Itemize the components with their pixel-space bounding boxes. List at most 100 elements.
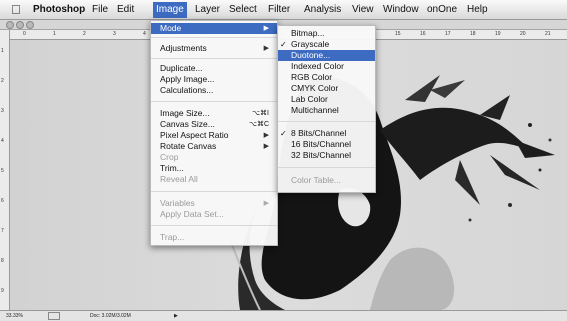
menu-item-apply-data-set[interactable]: Apply Data Set... (151, 209, 277, 220)
menu-filter[interactable]: Filter (268, 4, 290, 16)
menu-separator (151, 58, 277, 59)
chevron-right-icon: ▶ (263, 200, 269, 207)
menu-item-duplicate[interactable]: Duplicate... (151, 63, 277, 74)
ruler-label: 1 (1, 48, 4, 54)
ruler-label: 7 (1, 228, 4, 234)
menu-separator (151, 101, 277, 102)
document-size: Doc: 3.02M/3.02M (90, 313, 131, 319)
menu-item-label: Grayscale (291, 39, 330, 49)
ruler-label: 21 (545, 31, 551, 37)
menu-separator (151, 225, 277, 226)
apple-icon[interactable]:  (11, 2, 21, 17)
ruler-label: 2 (1, 78, 4, 84)
status-menu-arrow-icon[interactable]: ▶ (174, 313, 178, 319)
menu-item-indexed-color[interactable]: Indexed Color (278, 61, 375, 72)
menu-item-mode[interactable]: Mode ▶ (151, 23, 277, 34)
menu-item-label: 16 Bits/Channel (291, 139, 352, 149)
minimize-window-icon[interactable] (16, 21, 24, 29)
menu-separator (278, 121, 375, 122)
image-menu: Mode ▶ Adjustments ▶ Duplicate... Apply … (150, 20, 278, 246)
ruler-label: 1 (53, 31, 56, 37)
menu-item-16-bits[interactable]: 16 Bits/Channel (278, 139, 375, 150)
menu-item-label: Bitmap... (291, 28, 325, 38)
menu-item-label: Variables (160, 198, 195, 208)
menu-view[interactable]: View (352, 4, 374, 16)
menu-edit[interactable]: Edit (117, 4, 134, 16)
menu-item-label: Indexed Color (291, 61, 344, 71)
menu-photoshop[interactable]: Photoshop (33, 4, 85, 16)
ruler-label: 8 (1, 258, 4, 264)
zoom-window-icon[interactable] (26, 21, 34, 29)
menu-item-duotone[interactable]: Duotone... (278, 50, 375, 61)
menu-item-variables[interactable]: Variables ▶ (151, 198, 277, 209)
ruler-label: 19 (495, 31, 501, 37)
menu-item-trap[interactable]: Trap... (151, 232, 277, 243)
status-icon[interactable] (48, 312, 60, 320)
menu-item-adjustments[interactable]: Adjustments ▶ (151, 43, 277, 54)
menu-item-label: Color Table... (291, 175, 341, 185)
ruler-label: 4 (1, 138, 4, 144)
menu-help[interactable]: Help (467, 4, 488, 16)
menu-separator (278, 167, 375, 168)
ruler-label: 5 (1, 168, 4, 174)
menu-item-label: Trim... (160, 163, 184, 173)
status-bar: 33.33% Doc: 3.02M/3.02M ▶ (0, 310, 567, 321)
menu-item-lab-color[interactable]: Lab Color (278, 94, 375, 105)
menu-item-8-bits[interactable]: ✓ 8 Bits/Channel (278, 128, 375, 139)
menu-item-label: Canvas Size... (160, 119, 215, 129)
menu-separator (151, 191, 277, 192)
menu-item-shortcut: ⌥⌘C (248, 121, 269, 128)
menu-item-label: Duplicate... (160, 63, 203, 73)
menu-separator (151, 37, 277, 38)
close-window-icon[interactable] (6, 21, 14, 29)
menu-layer[interactable]: Layer (195, 4, 220, 16)
chevron-right-icon: ▶ (263, 143, 269, 150)
menu-item-grayscale[interactable]: ✓ Grayscale (278, 39, 375, 50)
menu-select[interactable]: Select (229, 4, 257, 16)
menu-item-rgb-color[interactable]: RGB Color (278, 72, 375, 83)
menu-item-bitmap[interactable]: Bitmap... (278, 28, 375, 39)
menu-item-label: Image Size... (160, 108, 210, 118)
menu-item-label: RGB Color (291, 72, 333, 82)
menu-file[interactable]: File (92, 4, 108, 16)
menu-item-label: Multichannel (291, 105, 339, 115)
mode-submenu: Bitmap... ✓ Grayscale Duotone... Indexed… (277, 25, 376, 193)
menu-item-32-bits[interactable]: 32 Bits/Channel (278, 150, 375, 161)
chevron-right-icon: ▶ (263, 25, 269, 32)
menu-image[interactable]: Image (153, 2, 187, 18)
menu-item-label: Pixel Aspect Ratio (160, 130, 229, 140)
ruler-label: 17 (445, 31, 451, 37)
menu-item-label: 8 Bits/Channel (291, 128, 347, 138)
menu-item-calculations[interactable]: Calculations... (151, 85, 277, 96)
menu-item-canvas-size[interactable]: Canvas Size... ⌥⌘C (151, 119, 277, 130)
menu-item-color-table[interactable]: Color Table... (278, 175, 375, 186)
ruler-label: 3 (113, 31, 116, 37)
chevron-right-icon: ▶ (263, 132, 269, 139)
menu-item-multichannel[interactable]: Multichannel (278, 105, 375, 116)
menu-analysis[interactable]: Analysis (304, 4, 341, 16)
checkmark-icon: ✓ (280, 40, 287, 49)
menu-item-cmyk-color[interactable]: CMYK Color (278, 83, 375, 94)
menu-item-image-size[interactable]: Image Size... ⌥⌘I (151, 108, 277, 119)
chevron-right-icon: ▶ (263, 45, 269, 52)
menu-item-label: CMYK Color (291, 83, 339, 93)
menu-item-reveal-all[interactable]: Reveal All (151, 174, 277, 185)
ruler-label: 0 (23, 31, 26, 37)
ruler-vertical[interactable]: 1 2 3 4 5 6 7 8 9 (0, 30, 10, 310)
menu-item-apply-image[interactable]: Apply Image... (151, 74, 277, 85)
ruler-label: 9 (1, 288, 4, 294)
zoom-level[interactable]: 33.33% (6, 313, 23, 319)
menu-item-label: 32 Bits/Channel (291, 150, 352, 160)
menu-item-label: Adjustments (160, 43, 207, 53)
menu-item-pixel-aspect-ratio[interactable]: Pixel Aspect Ratio ▶ (151, 130, 277, 141)
menu-item-label: Calculations... (160, 85, 214, 95)
menu-item-label: Reveal All (160, 174, 198, 184)
menu-onone[interactable]: onOne (427, 4, 457, 16)
menu-item-trim[interactable]: Trim... (151, 163, 277, 174)
menu-window[interactable]: Window (383, 4, 419, 16)
menu-item-rotate-canvas[interactable]: Rotate Canvas ▶ (151, 141, 277, 152)
ruler-label: 4 (143, 31, 146, 37)
menu-item-crop[interactable]: Crop (151, 152, 277, 163)
menu-item-label: Apply Image... (160, 74, 215, 84)
ruler-label: 6 (1, 198, 4, 204)
